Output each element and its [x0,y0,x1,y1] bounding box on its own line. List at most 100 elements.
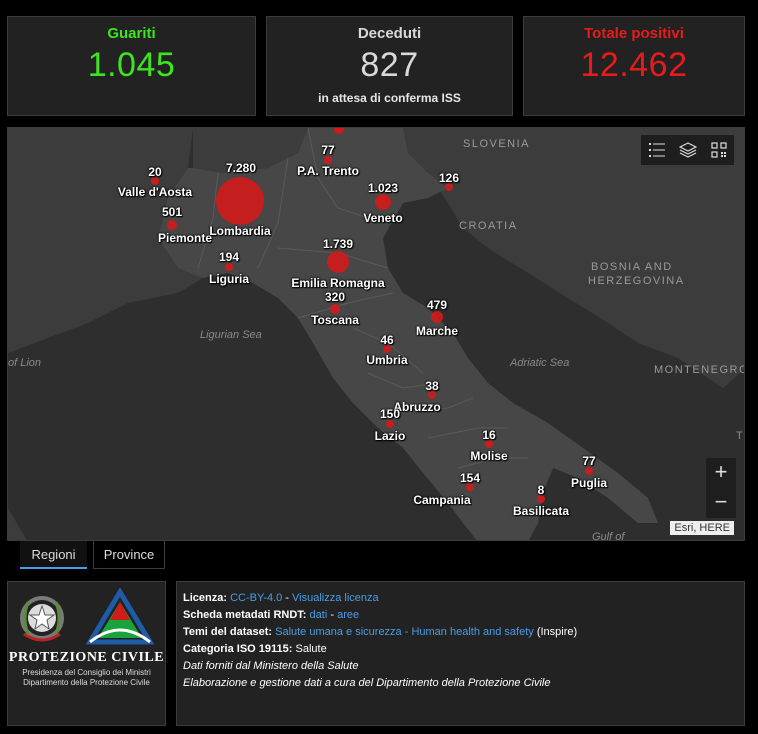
scheda-dati-link[interactable]: dati [310,609,328,621]
region-marker[interactable] [375,194,391,210]
region-name-label: Lazio [374,429,406,443]
region-name-label: P.A. Trento [297,164,359,178]
region-name-label: Toscana [311,313,359,327]
map-toolbar [641,135,734,165]
region-value-label: 8 [537,483,545,497]
layers-icon[interactable] [672,135,703,165]
country-montenegro: MONTENEGRO [654,364,745,376]
sea-gulf: Gulf of [592,531,625,541]
licenza-label: Licenza: [183,592,228,604]
tab-regioni-label: Regioni [31,547,76,562]
info-line-temi: Temi del dataset: Salute umana e sicurez… [183,624,738,641]
licenza-sep: - [282,592,293,604]
region-value-label: 154 [459,471,481,485]
stat-title-positivi: Totale positivi [584,25,684,42]
region-value-label: 77 [321,143,335,157]
stat-title-deceduti: Deceduti [357,25,422,42]
region-value-label: 1.023 [367,181,399,195]
temi-suffix: (Inspire) [533,626,578,638]
region-value-label: 77 [582,454,596,468]
republic-emblem-icon [20,596,64,642]
region-name-label: Liguria [208,272,250,286]
info-line-elab: Elaborazione e gestione dati a cura del … [183,677,551,689]
region-value-label: 479 [426,298,448,312]
region-marker[interactable] [386,420,394,428]
sea-lion: of Lion [8,357,42,369]
country-croatia: CROATIA [459,220,518,232]
iso-label: Categoria ISO 19115: [183,643,293,655]
region-marker[interactable] [324,156,332,164]
region-name-label: Puglia [570,476,608,490]
legend-list-icon[interactable] [641,135,672,165]
sea-t: T [736,430,743,442]
region-marker[interactable] [585,467,593,475]
region-name-label: Piemonte [157,231,213,245]
region-name-label: Molise [470,449,508,463]
region-value-label: 46 [380,333,394,347]
region-value-label: 7.280 [225,161,257,175]
region-value-label: 501 [161,205,183,219]
info-line-licenza: Licenza: CC-BY-4.0 - Visualizza licenza [183,590,738,607]
region-value-label: 38 [425,379,439,393]
licenza-link[interactable]: CC-BY-4.0 [230,592,282,604]
region-name-label: Abruzzo [393,400,441,414]
region-marker[interactable] [167,220,177,230]
region-name-label: Marche [415,324,459,338]
zoom-control: + − [706,458,736,518]
stat-value-deceduti: 827 [360,46,419,84]
region-name-label: Campania [413,493,471,507]
country-bosnia-line1: BOSNIA AND [591,261,673,273]
region-name-label: Emilia Romagna [291,276,385,290]
region-name-label: Lombardia [209,224,271,238]
map-attribution[interactable]: Esri, HERE [670,521,734,535]
qr-code-icon[interactable] [703,135,734,165]
region-value-label: 20 [148,165,162,179]
tab-province-label: Province [103,547,155,562]
map-panel[interactable]: SLOVENIA CROATIA BOSNIA AND HERZEGOVINA … [7,127,745,541]
temi-label: Temi del dataset: [183,626,273,638]
region-marker[interactable] [327,251,349,273]
stat-value-positivi: 12.462 [580,46,688,84]
scheda-sep: - [327,609,338,621]
stat-card-deceduti: Deceduti 827 in attesa di conferma ISS [266,16,513,116]
stat-card-positivi: Totale positivi 12.462 [523,16,745,116]
logo-title: PROTEZIONE CIVILE [8,650,165,665]
sea-adriatic: Adriatic Sea [510,357,570,369]
stat-sub-deceduti: in attesa di conferma ISS [318,91,461,105]
region-value-label: 150 [379,407,401,421]
info-line-iso: Categoria ISO 19115: Salute [183,641,738,658]
iso-value: Salute [292,643,327,655]
scheda-label: Scheda metadati RNDT: [183,609,307,621]
tab-regioni[interactable]: Regioni [20,541,87,569]
zoom-out-button[interactable]: − [706,488,736,518]
region-name-label: Umbria [366,353,408,367]
stat-title-guariti: Guariti [107,25,156,42]
tab-province[interactable]: Province [93,541,165,569]
stat-card-guariti: Guariti 1.045 [7,16,256,116]
region-value-label: 320 [324,290,346,304]
region-marker[interactable] [225,263,233,271]
info-panel: Licenza: CC-BY-4.0 - Visualizza licenza … [176,581,745,726]
logo-panel: PROTEZIONE CIVILE Presidenza del Consigl… [7,581,166,726]
country-bosnia-line2: HERZEGOVINA [588,275,685,287]
sea-ligurian: Ligurian Sea [200,329,262,341]
stat-value-guariti: 1.045 [87,46,176,84]
temi-link[interactable]: Salute umana e sicurezza - Human health … [275,626,534,638]
logo-line1: Presidenza del Consiglio dei Ministri [22,668,151,677]
country-slovenia: SLOVENIA [463,138,531,150]
logo-line2: Dipartimento della Protezione Civile [23,678,150,687]
region-value-label: 1.739 [322,237,354,251]
info-line-scheda: Scheda metadati RNDT: dati - aree [183,607,738,624]
licenza-view-link[interactable]: Visualizza licenza [292,592,379,604]
region-name-label: Valle d'Aosta [117,185,193,199]
region-marker[interactable] [431,311,443,323]
region-marker[interactable] [216,177,264,225]
region-name-label: Veneto [363,211,403,225]
scheda-aree-link[interactable]: aree [337,609,359,621]
info-line-dati: Dati forniti dal Ministero della Salute [183,660,359,672]
protezione-civile-logo-icon [86,588,154,645]
zoom-in-button[interactable]: + [706,458,736,488]
region-name-label: Basilicata [512,504,570,518]
region-value-label: 194 [218,250,240,264]
region-value-label: 16 [482,428,496,442]
